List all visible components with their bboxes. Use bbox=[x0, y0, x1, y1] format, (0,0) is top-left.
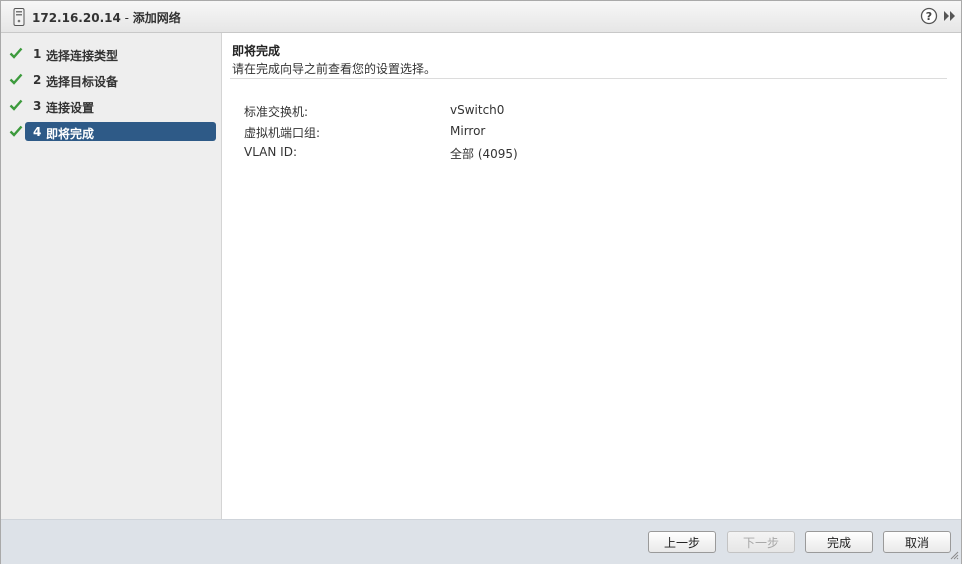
wizard-content: 即将完成 请在完成向导之前查看您的设置选择。 标准交换机: vSwitch0 虚… bbox=[222, 33, 961, 519]
wizard-step-number: 4 bbox=[33, 125, 42, 139]
back-button[interactable]: 上一步 bbox=[648, 531, 716, 553]
check-icon bbox=[9, 47, 23, 59]
wizard-step-label: 选择连接类型 bbox=[46, 49, 119, 63]
wizard-step-2[interactable]: 2 选择目标设备 bbox=[1, 69, 221, 91]
double-chevron-right-icon[interactable] bbox=[943, 10, 957, 22]
summary-value: vSwitch0 bbox=[450, 103, 505, 117]
wizard-step-label: 连接设置 bbox=[46, 101, 95, 115]
svg-text:?: ? bbox=[926, 10, 932, 23]
help-icon[interactable]: ? bbox=[920, 7, 938, 25]
title-name: 添加网络 bbox=[132, 11, 181, 25]
wizard-step-number: 1 bbox=[33, 47, 42, 61]
next-button[interactable]: 下一步 bbox=[727, 531, 795, 553]
wizard-step-number: 3 bbox=[33, 99, 42, 113]
dialog-footer: 上一步 下一步 完成 取消 bbox=[1, 519, 961, 564]
wizard-step-label: 选择目标设备 bbox=[46, 75, 119, 89]
check-icon bbox=[9, 99, 23, 111]
title-bar[interactable]: 172.16.20.14 - 添加网络 ? bbox=[1, 1, 961, 33]
page-subtitle: 请在完成向导之前查看您的设置选择。 bbox=[232, 62, 437, 76]
summary-key: VLAN ID: bbox=[244, 145, 297, 159]
wizard-step-number: 2 bbox=[33, 73, 42, 87]
cancel-button[interactable]: 取消 bbox=[883, 531, 951, 553]
dialog-title: 172.16.20.14 - 添加网络 bbox=[32, 9, 181, 26]
summary-key: 标准交换机: bbox=[244, 105, 309, 119]
summary-key: 虚拟机端口组: bbox=[244, 126, 321, 140]
finish-button[interactable]: 完成 bbox=[805, 531, 873, 553]
wizard-step-1[interactable]: 1 选择连接类型 bbox=[1, 43, 221, 65]
add-network-dialog: 172.16.20.14 - 添加网络 ? 1 选择连接类型 2 选择目标设备 bbox=[0, 0, 962, 564]
wizard-step-4[interactable]: 4 即将完成 bbox=[1, 121, 221, 143]
check-icon bbox=[9, 73, 23, 85]
header-divider bbox=[230, 78, 947, 79]
check-icon bbox=[9, 125, 23, 137]
wizard-step-3[interactable]: 3 连接设置 bbox=[1, 95, 221, 117]
summary-value: Mirror bbox=[450, 124, 486, 138]
title-host: 172.16.20.14 bbox=[32, 11, 121, 25]
host-device-icon bbox=[13, 8, 25, 26]
wizard-step-label: 即将完成 bbox=[46, 127, 95, 141]
wizard-steps-sidebar: 1 选择连接类型 2 选择目标设备 3 连接设置 4 即将完成 bbox=[1, 33, 222, 519]
title-separator: - bbox=[120, 11, 133, 25]
page-title: 即将完成 bbox=[232, 44, 281, 58]
summary-value: 全部 (4095) bbox=[450, 147, 518, 161]
resize-grip-icon[interactable] bbox=[949, 550, 959, 560]
